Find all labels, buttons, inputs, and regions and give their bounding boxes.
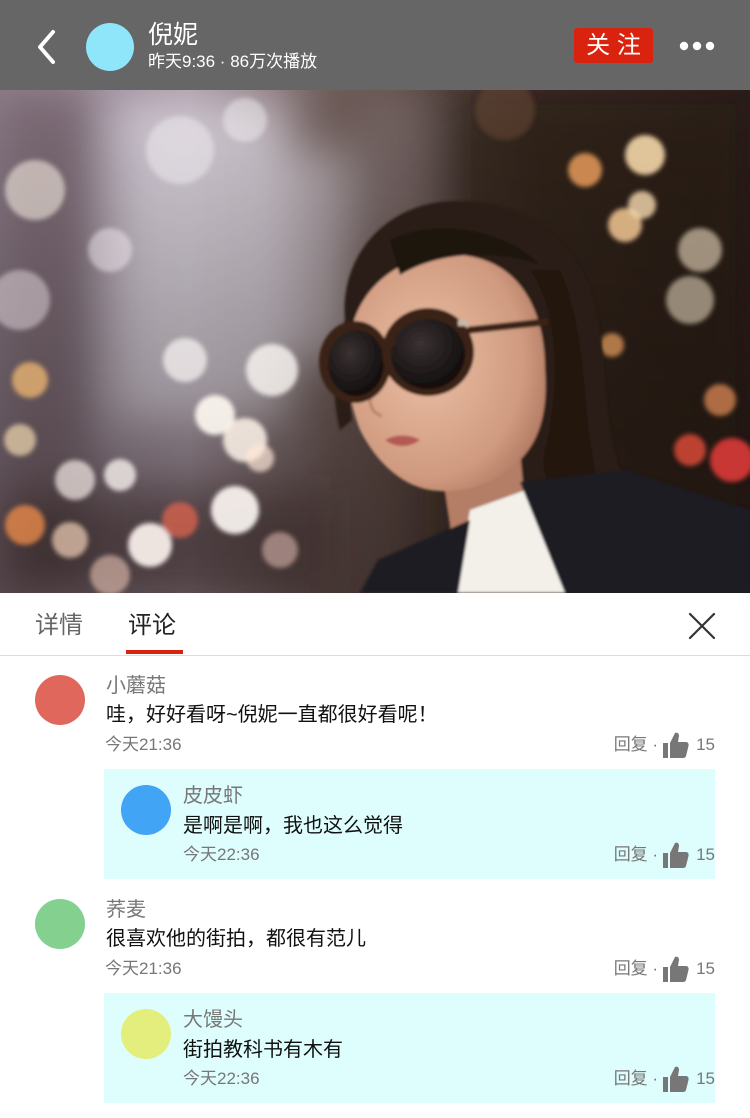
reply-author[interactable]: 皮皮虾: [183, 785, 243, 807]
chevron-left-icon: [38, 30, 55, 64]
reply-author[interactable]: 大馒头: [183, 1009, 243, 1031]
like-button[interactable]: 15: [658, 956, 715, 982]
post-meta: 昨天9:36 · 86万次播放: [148, 52, 318, 71]
comment-time: 今天21:36: [105, 735, 182, 754]
follow-button[interactable]: 关 注: [574, 28, 653, 63]
like-button[interactable]: 15: [658, 1066, 715, 1092]
comment-author[interactable]: 小蘑菇: [106, 675, 166, 697]
comment-item: 荞麦 很喜欢他的街拍，都很有范儿 今天21:36 回复 · 15 大馒头 街拍教…: [0, 889, 750, 1113]
reply-button[interactable]: 回复 ·: [614, 735, 658, 755]
thumbs-up-icon: [663, 842, 689, 868]
close-button[interactable]: [686, 609, 718, 641]
comment-item: 小蘑菇 哇，好好看呀~倪妮一直都很好看呢！ 今天21:36 回复 · 15 皮皮…: [0, 665, 750, 889]
avatar[interactable]: [35, 675, 85, 725]
thumbs-up-icon: [663, 956, 689, 982]
back-button[interactable]: [30, 27, 70, 67]
like-count: 15: [696, 959, 715, 978]
top-bar: 倪妮 昨天9:36 · 86万次播放 关 注: [0, 0, 750, 90]
hero-photo[interactable]: [0, 90, 750, 593]
comment-text: 很喜欢他的街拍，都很有范儿: [106, 928, 366, 950]
reply-actions: 回复 · 15: [614, 842, 715, 868]
comment-actions: 回复 · 15: [614, 956, 715, 982]
reply-time: 今天22:36: [183, 1069, 260, 1088]
detail-tabs: 详情 评论: [0, 593, 750, 656]
street-portrait-image: [0, 90, 750, 593]
author-name[interactable]: 倪妮: [148, 21, 198, 49]
like-count: 15: [696, 845, 715, 864]
reply-button[interactable]: 回复 ·: [614, 959, 658, 979]
reply-thread: 皮皮虾 是啊是啊，我也这么觉得 今天22:36 回复 · 15: [104, 769, 715, 879]
reply-actions: 回复 · 15: [614, 1066, 715, 1092]
avatar[interactable]: [121, 1009, 171, 1059]
avatar[interactable]: [121, 785, 171, 835]
reply-button[interactable]: 回复 ·: [614, 845, 658, 865]
close-icon: [688, 612, 716, 640]
author-avatar[interactable]: [86, 23, 134, 71]
more-dots-icon: [679, 41, 715, 51]
thumbs-up-icon: [663, 1066, 689, 1092]
more-button[interactable]: [676, 36, 718, 56]
active-tab-indicator: [126, 650, 183, 654]
thumbs-up-icon: [663, 732, 689, 758]
reply-text: 是啊是啊，我也这么觉得: [183, 815, 403, 837]
comment-time: 今天21:36: [105, 959, 182, 978]
reply-text: 街拍教科书有木有: [183, 1039, 343, 1061]
avatar[interactable]: [35, 899, 85, 949]
like-button[interactable]: 15: [658, 842, 715, 868]
reply-thread: 大馒头 街拍教科书有木有 今天22:36 回复 · 15: [104, 993, 715, 1103]
tab-details[interactable]: 详情: [35, 612, 83, 640]
reply-time: 今天22:36: [183, 845, 260, 864]
like-count: 15: [696, 1069, 715, 1088]
comment-author[interactable]: 荞麦: [106, 899, 146, 921]
reply-button[interactable]: 回复 ·: [614, 1069, 658, 1089]
comment-actions: 回复 · 15: [614, 732, 715, 758]
like-button[interactable]: 15: [658, 732, 715, 758]
like-count: 15: [696, 735, 715, 754]
tab-comments[interactable]: 评论: [128, 612, 176, 640]
comment-text: 哇，好好看呀~倪妮一直都很好看呢！: [106, 704, 438, 726]
